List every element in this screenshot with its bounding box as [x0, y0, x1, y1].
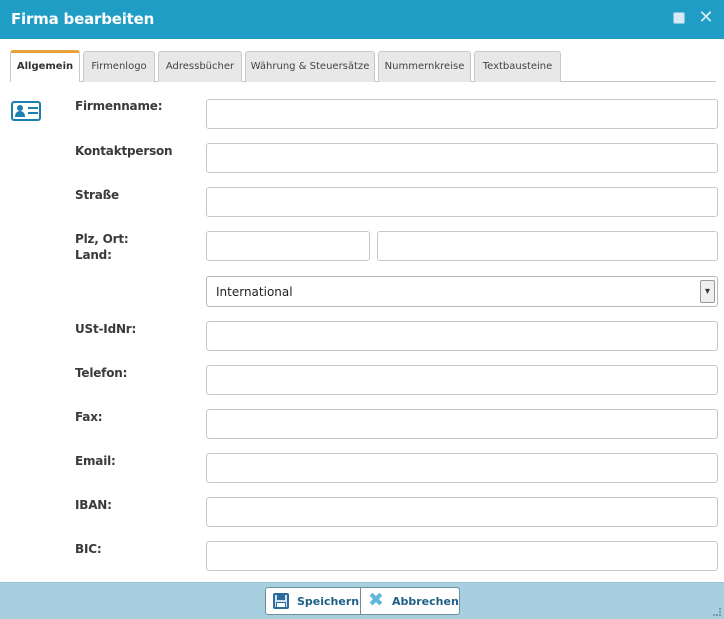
bic-label: BIC: — [75, 542, 102, 556]
save-button-label: Speichern — [297, 595, 360, 608]
bic-input[interactable] — [206, 541, 718, 571]
contact-card-icon — [11, 101, 41, 121]
iban-input[interactable] — [206, 497, 718, 527]
close-icon[interactable]: ✕ — [697, 8, 715, 28]
tab-nummernkreise[interactable]: Nummernkreise — [378, 51, 471, 82]
tab-allgemein[interactable]: Allgemein — [10, 50, 80, 82]
telefon-input[interactable] — [206, 365, 718, 395]
ort-input[interactable] — [377, 231, 718, 261]
floppy-disk-icon — [273, 593, 289, 609]
plz-ort-label: Plz, Ort: — [75, 232, 129, 246]
tab-textbausteine[interactable]: Textbausteine — [474, 51, 561, 82]
iban-label: IBAN: — [75, 498, 112, 512]
strasse-input[interactable] — [206, 187, 718, 217]
cancel-button-label: Abbrechen — [392, 595, 459, 608]
tab-waehrung-steuersaetze[interactable]: Währung & Steuersätze — [245, 51, 375, 82]
maximize-icon[interactable] — [673, 12, 685, 24]
firmenname-label: Firmenname: — [75, 99, 163, 113]
land-selected-value: International — [216, 285, 293, 299]
tab-adressbuecher[interactable]: Adressbücher — [158, 51, 242, 82]
land-select[interactable]: International ▾ — [206, 276, 718, 307]
strasse-label: Straße — [75, 188, 119, 202]
email-label: Email: — [75, 454, 116, 468]
chevron-down-icon[interactable]: ▾ — [700, 280, 715, 303]
ustidnr-input[interactable] — [206, 321, 718, 351]
dialog-title: Firma bearbeiten — [11, 10, 155, 28]
tab-firmenlogo[interactable]: Firmenlogo — [83, 51, 155, 82]
ustidnr-label: USt-IdNr: — [75, 322, 137, 336]
dialog-footer: Speichern ✖ Abbrechen — [0, 582, 724, 619]
cancel-button[interactable]: ✖ Abbrechen — [360, 587, 460, 615]
plz-input[interactable] — [206, 231, 370, 261]
fax-input[interactable] — [206, 409, 718, 439]
save-button[interactable]: Speichern — [265, 587, 361, 615]
edit-company-dialog: Firma bearbeiten ✕ Allgemein Firmenlogo … — [0, 0, 724, 619]
fax-label: Fax: — [75, 410, 103, 424]
firmenname-input[interactable] — [206, 99, 718, 129]
kontaktperson-label: Kontaktperson — [75, 144, 173, 158]
land-label: Land: — [75, 248, 112, 262]
email-input[interactable] — [206, 453, 718, 483]
resize-grip-icon[interactable] — [713, 608, 721, 616]
cancel-x-icon: ✖ — [368, 589, 384, 611]
telefon-label: Telefon: — [75, 366, 128, 380]
kontaktperson-input[interactable] — [206, 143, 718, 173]
title-bar[interactable]: Firma bearbeiten ✕ — [0, 0, 724, 39]
